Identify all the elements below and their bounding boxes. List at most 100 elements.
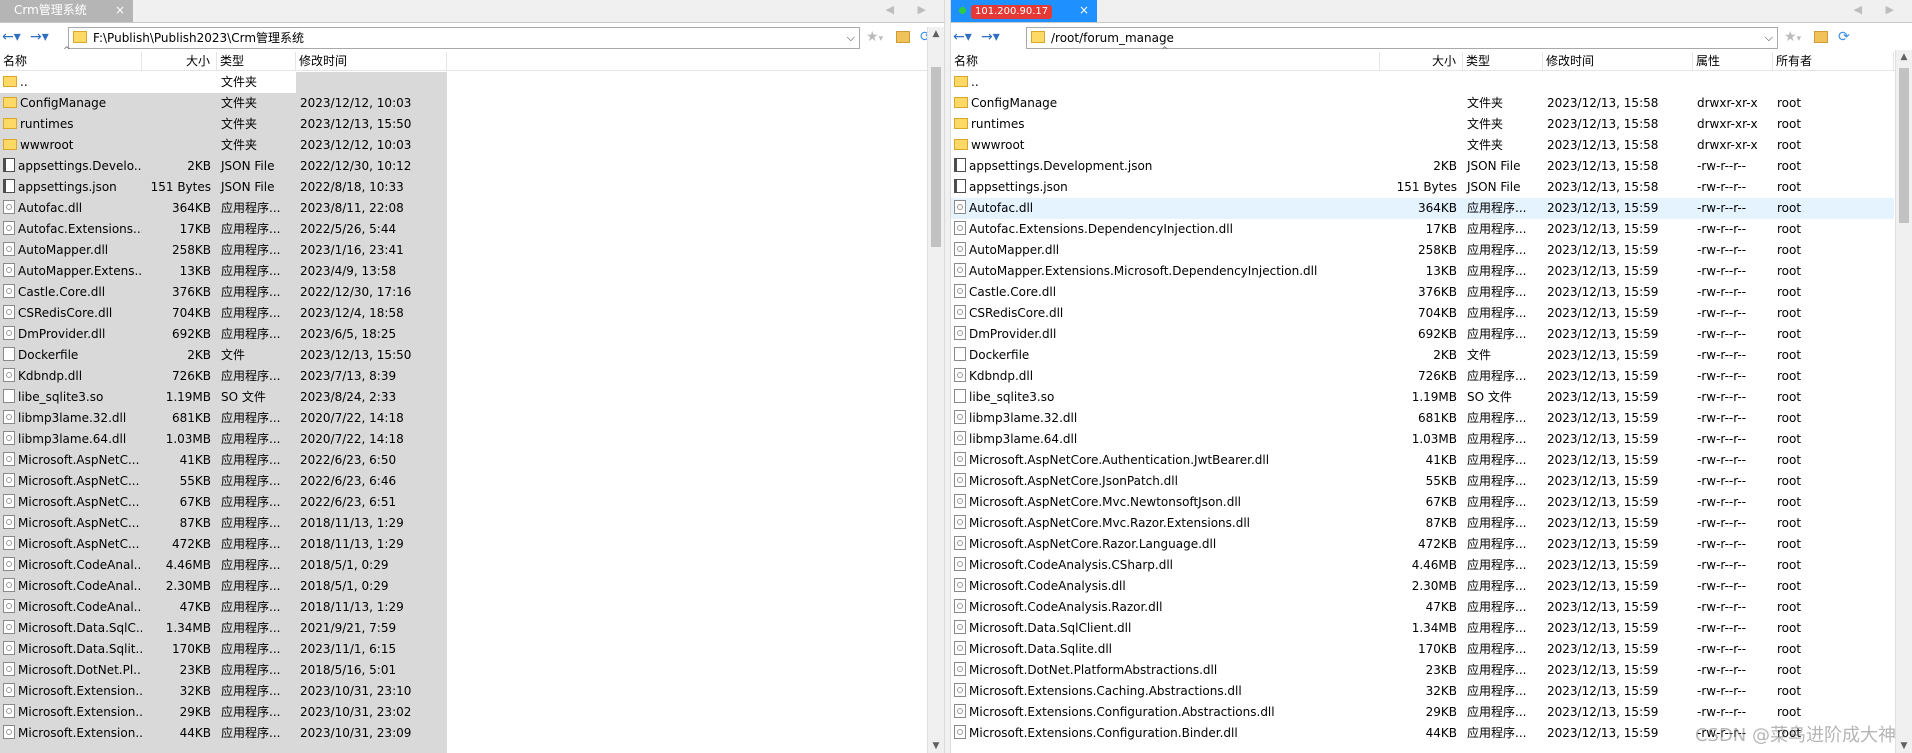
file-row[interactable]: Microsoft.Extensions.Caching.Abstraction… bbox=[951, 681, 1894, 702]
file-row[interactable]: Castle.Core.dll 376KB 应用程序... 2022/12/30, 1… bbox=[0, 282, 926, 303]
file-row[interactable]: Microsoft.CodeAnal... 2.30MB 应用程序... 2018/5… bbox=[0, 576, 926, 597]
col-attr-header[interactable]: 属性 bbox=[1693, 52, 1773, 70]
col-owner-header[interactable]: 所有者 bbox=[1773, 52, 1894, 70]
folder-row[interactable]: ConfigManage 文件夹 2023/12/13, 15:58 drwxr-xr… bbox=[951, 93, 1894, 114]
col-modified-header[interactable]: 修改时间 bbox=[296, 52, 447, 70]
folder-row[interactable]: runtimes 文件夹 2023/12/13, 15:50 bbox=[0, 114, 926, 135]
chevron-down-icon[interactable]: ⌵ bbox=[847, 28, 855, 48]
file-row[interactable]: Microsoft.AspNetC... 55KB 应用程序... 2022/6/23… bbox=[0, 471, 926, 492]
file-row[interactable]: AutoMapper.Extens... 13KB 应用程序... 2023/4/9,… bbox=[0, 261, 926, 282]
file-row[interactable]: Microsoft.AspNetC... 67KB 应用程序... 2022/6/23… bbox=[0, 492, 926, 513]
file-row[interactable]: Microsoft.AspNetCore.Razor.Language.dll 4… bbox=[951, 534, 1894, 555]
file-row[interactable]: appsettings.json 151 Bytes JSON File 2022/8… bbox=[0, 177, 926, 198]
file-row[interactable]: Microsoft.AspNetC... 472KB 应用程序... 2018/11/… bbox=[0, 534, 926, 555]
file-row[interactable]: appsettings.json 151 Bytes JSON File 2023/1… bbox=[951, 177, 1894, 198]
file-row[interactable]: Microsoft.CodeAnalysis.dll 2.30MB 应用程序... 2… bbox=[951, 576, 1894, 597]
star-icon[interactable]: ★ bbox=[1784, 29, 1797, 45]
file-row[interactable]: Autofac.Extensions.... 17KB 应用程序... 2022/5/… bbox=[0, 219, 926, 240]
file-row[interactable]: Microsoft.AspNetCore.Authentication.JwtB… bbox=[951, 450, 1894, 471]
file-row[interactable]: CSRedisCore.dll 704KB 应用程序... 2023/12/13, 1… bbox=[951, 303, 1894, 324]
dropdown-small-icon[interactable]: ▾ bbox=[1797, 34, 1802, 44]
file-row[interactable]: Autofac.dll 364KB 应用程序... 2023/8/11, 22:08 bbox=[0, 198, 926, 219]
file-row[interactable]: Microsoft.DotNet.Pl... 23KB 应用程序... 2018/5/… bbox=[0, 660, 926, 681]
col-size-header[interactable]: 大小 bbox=[142, 52, 217, 70]
back-arrow-icon[interactable]: ←▾ bbox=[2, 27, 21, 49]
close-icon[interactable]: × bbox=[115, 0, 125, 21]
tab-scroll-arrows-icon[interactable]: ◀ ▶ bbox=[1854, 3, 1904, 16]
file-row[interactable]: AutoMapper.dll 258KB 应用程序... 2023/1/16, 23:… bbox=[0, 240, 926, 261]
folder-row[interactable]: wwwroot 文件夹 2023/12/13, 15:58 drwxr-xr-x roo… bbox=[951, 135, 1894, 156]
scroll-up-icon[interactable]: ▲ bbox=[928, 29, 944, 39]
col-type-header[interactable]: 类型 bbox=[1463, 52, 1543, 70]
remote-scrollbar[interactable]: ▲ ▼ bbox=[1895, 50, 1912, 753]
back-arrow-icon[interactable]: ←▾ bbox=[953, 27, 972, 49]
file-row[interactable]: Kdbndp.dll 726KB 应用程序... 2023/12/13, 15:59 -… bbox=[951, 366, 1894, 387]
chevron-down-icon[interactable]: ⌵ bbox=[1765, 28, 1773, 48]
file-row[interactable]: Dockerfile 2KB 文件 2023/12/13, 15:50 bbox=[0, 345, 926, 366]
file-row[interactable]: Microsoft.CodeAnal... 47KB 应用程序... 2018/11/… bbox=[0, 597, 926, 618]
remote-file-list[interactable]: .. ConfigManage 文件夹 2023/12/13, 15:58 drwxr-… bbox=[951, 72, 1894, 753]
file-row[interactable]: DmProvider.dll 692KB 应用程序... 2023/12/13, 15… bbox=[951, 324, 1894, 345]
folder-row[interactable]: wwwroot 文件夹 2023/12/12, 10:03 bbox=[0, 135, 926, 156]
file-row[interactable]: Microsoft.Data.Sqlit... 170KB 应用程序... 2023/… bbox=[0, 639, 926, 660]
folder-row[interactable]: ConfigManage 文件夹 2023/12/12, 10:03 bbox=[0, 93, 926, 114]
file-row[interactable]: Microsoft.Extension... 29KB 应用程序... 2023/10… bbox=[0, 702, 926, 723]
tab-local[interactable]: Crm管理系统 × bbox=[0, 0, 133, 22]
col-name-header[interactable]: 名称 bbox=[0, 52, 142, 70]
scroll-down-icon[interactable]: ▼ bbox=[1896, 741, 1912, 751]
file-row[interactable]: Kdbndp.dll 726KB 应用程序... 2023/7/13, 8:39 bbox=[0, 366, 926, 387]
file-row[interactable]: appsettings.Development.json 2KB JSON File… bbox=[951, 156, 1894, 177]
folder-row[interactable]: runtimes 文件夹 2023/12/13, 15:58 drwxr-xr-x ro… bbox=[951, 114, 1894, 135]
file-row[interactable]: libmp3lame.64.dll 1.03MB 应用程序... 2020/7/22,… bbox=[0, 429, 926, 450]
forward-arrow-icon[interactable]: →▾ bbox=[30, 27, 49, 49]
file-row[interactable]: Castle.Core.dll 376KB 应用程序... 2023/12/13, 1… bbox=[951, 282, 1894, 303]
home-folder-icon[interactable] bbox=[895, 31, 910, 43]
pane-splitter[interactable] bbox=[944, 0, 951, 753]
file-row[interactable]: appsettings.Develo... 2KB JSON File 2022/12… bbox=[0, 156, 926, 177]
file-row[interactable]: Microsoft.CodeAnalysis.CSharp.dll 4.46MB 应… bbox=[951, 555, 1894, 576]
file-row[interactable]: CSRedisCore.dll 704KB 应用程序... 2023/12/4, 18… bbox=[0, 303, 926, 324]
file-row[interactable]: libmp3lame.32.dll 681KB 应用程序... 2023/12/13,… bbox=[951, 408, 1894, 429]
file-row[interactable]: Microsoft.Data.Sqlite.dll 170KB 应用程序... 202… bbox=[951, 639, 1894, 660]
home-folder-icon[interactable] bbox=[1813, 31, 1828, 43]
remote-path-input[interactable]: /root/forum_manage ⌵ bbox=[1026, 27, 1778, 49]
folder-row[interactable]: .. 文件夹 bbox=[0, 72, 926, 93]
file-row[interactable]: Microsoft.Extension... 32KB 应用程序... 2023/10… bbox=[0, 681, 926, 702]
file-row[interactable]: Microsoft.DotNet.PlatformAbstractions.dl… bbox=[951, 660, 1894, 681]
file-row[interactable]: libmp3lame.32.dll 681KB 应用程序... 2020/7/22, … bbox=[0, 408, 926, 429]
file-row[interactable]: Microsoft.Data.SqlClient.dll 1.34MB 应用程序..… bbox=[951, 618, 1894, 639]
scrollbar-thumb[interactable] bbox=[931, 67, 941, 247]
file-row[interactable]: AutoMapper.Extensions.Microsoft.Dependen… bbox=[951, 261, 1894, 282]
file-row[interactable]: Microsoft.AspNetC... 41KB 应用程序... 2022/6/23… bbox=[0, 450, 926, 471]
scroll-down-icon[interactable]: ▼ bbox=[928, 741, 944, 751]
file-row[interactable]: AutoMapper.dll 258KB 应用程序... 2023/12/13, 15… bbox=[951, 240, 1894, 261]
col-modified-header[interactable]: 修改时间 bbox=[1543, 52, 1693, 70]
scrollbar-thumb[interactable] bbox=[1899, 68, 1909, 223]
forward-arrow-icon[interactable]: →▾ bbox=[981, 27, 1000, 49]
local-scrollbar[interactable]: ▲ ▼ bbox=[927, 27, 944, 753]
scroll-up-icon[interactable]: ▲ bbox=[1896, 52, 1912, 62]
close-icon[interactable]: × bbox=[1079, 0, 1089, 21]
refresh-icon[interactable]: ⟳ bbox=[1838, 29, 1850, 45]
local-path-input[interactable]: F:\Publish\Publish2023\Crm管理系统 ⌵ bbox=[68, 27, 860, 49]
file-row[interactable]: libe_sqlite3.so 1.19MB SO 文件 2023/12/13, 15… bbox=[951, 387, 1894, 408]
file-row[interactable]: libmp3lame.64.dll 1.03MB 应用程序... 2023/12/13… bbox=[951, 429, 1894, 450]
tab-scroll-arrows-icon[interactable]: ◀ ▶ bbox=[886, 3, 936, 16]
folder-row[interactable]: .. bbox=[951, 72, 1894, 93]
col-size-header[interactable]: 大小 bbox=[1380, 52, 1463, 70]
local-file-list[interactable]: .. 文件夹 ConfigManage 文件夹 2023/12/12, 10:03 run… bbox=[0, 72, 926, 753]
file-row[interactable]: Microsoft.Data.SqlC... 1.34MB 应用程序... 2021/… bbox=[0, 618, 926, 639]
file-row[interactable]: Microsoft.AspNetC... 87KB 应用程序... 2018/11/1… bbox=[0, 513, 926, 534]
file-row[interactable]: Microsoft.AspNetCore.JsonPatch.dll 55KB 应用… bbox=[951, 471, 1894, 492]
file-row[interactable]: Microsoft.AspNetCore.Mvc.NewtonsoftJson.… bbox=[951, 492, 1894, 513]
file-row[interactable]: libe_sqlite3.so 1.19MB SO 文件 2023/8/24, 2:3… bbox=[0, 387, 926, 408]
file-row[interactable]: Microsoft.CodeAnalysis.Razor.dll 47KB 应用程序… bbox=[951, 597, 1894, 618]
tab-remote[interactable]: 101.200.90.17 × bbox=[951, 0, 1097, 22]
col-type-header[interactable]: 类型 bbox=[217, 52, 296, 70]
file-row[interactable]: Microsoft.AspNetCore.Mvc.Razor.Extension… bbox=[951, 513, 1894, 534]
file-row[interactable]: Dockerfile 2KB 文件 2023/12/13, 15:59 -rw-r--r… bbox=[951, 345, 1894, 366]
dropdown-small-icon[interactable]: ▾ bbox=[879, 34, 884, 44]
file-row[interactable]: Autofac.dll 364KB 应用程序... 2023/12/13, 15:59… bbox=[951, 198, 1894, 219]
file-row[interactable]: Microsoft.CodeAnal... 4.46MB 应用程序... 2018/5… bbox=[0, 555, 926, 576]
file-row[interactable]: Autofac.Extensions.DependencyInjection.d… bbox=[951, 219, 1894, 240]
